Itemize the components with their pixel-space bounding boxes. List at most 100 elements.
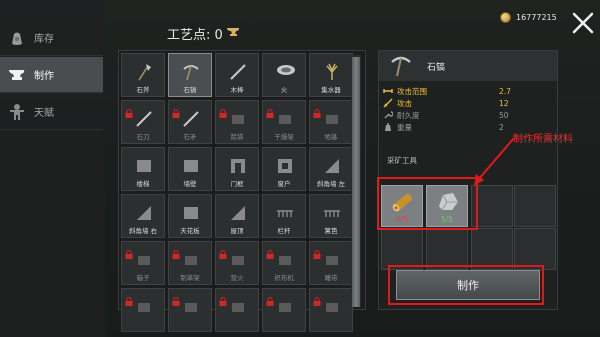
lock-icon <box>125 244 133 259</box>
recipe-cell[interactable]: 斜角墙 右 <box>121 194 165 238</box>
recipe-cell[interactable]: 木棒 <box>215 53 259 97</box>
weight-icon <box>383 122 393 132</box>
recipe-cell[interactable]: 箱子 <box>121 241 165 285</box>
lock-icon <box>313 291 321 306</box>
recipe-cell[interactable] <box>215 288 259 332</box>
recipe-cell[interactable]: 窗户 <box>262 147 306 191</box>
recipe-label: 睡带 <box>324 274 338 282</box>
material-count: 5/5 <box>440 215 454 224</box>
detail-header: 石镐 <box>379 51 557 81</box>
recipe-cell[interactable]: 石刀 <box>121 100 165 144</box>
stat-row-durability: 耐久度 50 <box>383 109 555 121</box>
recipe-cell[interactable]: 门框 <box>215 147 259 191</box>
recipe-cell[interactable]: 箭袋 <box>215 100 259 144</box>
recipe-cell[interactable]: 睡带 <box>309 241 353 285</box>
sidebar-item-label: 库存 <box>34 34 54 45</box>
stats-list: 攻击范围 2.7 攻击 12 耐久度 50 重量 2 <box>383 85 555 133</box>
material-slot-empty <box>471 228 513 270</box>
recipe-label: 火 <box>280 86 288 94</box>
sidebar-item-talent[interactable]: 天赋 <box>0 94 103 130</box>
lock-icon <box>266 291 274 306</box>
item-icon <box>275 297 295 317</box>
recipe-cell[interactable]: 地基 <box>309 100 353 144</box>
recipe-cell[interactable]: 石斧 <box>121 53 165 97</box>
recipe-cell[interactable]: 天花板 <box>168 194 212 238</box>
recipe-cell[interactable] <box>309 288 353 332</box>
recipe-cell[interactable]: 篱笆 <box>309 194 353 238</box>
recipe-cell[interactable]: 石镐 <box>168 53 212 97</box>
recipe-label: 箭袋 <box>230 133 244 141</box>
recipe-cell[interactable]: 营火 <box>215 241 259 285</box>
recipe-cell[interactable] <box>121 288 165 332</box>
lock-icon <box>172 103 180 118</box>
tanning-rack-icon <box>181 250 201 270</box>
stat-row-range: 攻击范围 2.7 <box>383 85 555 97</box>
ceiling-icon <box>181 203 201 223</box>
coin-icon <box>500 12 511 23</box>
item-icon <box>228 297 248 317</box>
wrench-icon <box>383 110 394 120</box>
figure-icon <box>8 103 26 121</box>
recipe-cell[interactable]: 制革架 <box>168 241 212 285</box>
drying-rack-icon <box>275 109 295 129</box>
recipe-label: 屋顶 <box>230 227 244 235</box>
recipe-cell[interactable]: 栏杆 <box>262 194 306 238</box>
lock-icon <box>172 291 180 306</box>
item-icon <box>134 297 154 317</box>
recipe-label: 木棒 <box>230 86 244 94</box>
craft-button-label: 制作 <box>457 279 479 292</box>
lock-icon <box>313 244 321 259</box>
coin-amount: 16777215 <box>516 13 557 22</box>
scroll-thumb[interactable] <box>352 57 360 307</box>
craft-points-label: 工艺点: 0 <box>167 28 223 43</box>
material-count: 0/5 <box>395 215 409 224</box>
sidebar-item-crafting[interactable]: 制作 <box>0 57 103 93</box>
recipe-label: 地基 <box>324 133 338 141</box>
recipe-label: 石刀 <box>136 133 150 141</box>
recipe-cell[interactable]: 屋顶 <box>215 194 259 238</box>
bag-icon <box>8 29 26 47</box>
stat-value: 2.7 <box>499 86 511 96</box>
recipe-label: 石矛 <box>183 133 197 141</box>
recipe-label: 干燥架 <box>274 133 294 141</box>
sidebar-item-inventory[interactable]: 库存 <box>0 20 103 56</box>
stat-name: 重量 <box>397 122 412 132</box>
recipe-cell[interactable]: 墙壁 <box>168 147 212 191</box>
recipe-cell[interactable] <box>262 288 306 332</box>
stat-row-attack: 攻击 12 <box>383 97 555 109</box>
recipe-cell[interactable]: 干燥架 <box>262 100 306 144</box>
wood-stick-icon <box>228 62 248 82</box>
recipe-cell[interactable]: 石矛 <box>168 100 212 144</box>
stone-knife-icon <box>134 109 154 129</box>
recipe-label: 斜角墙 右 <box>128 227 158 235</box>
material-slot-empty <box>514 228 556 270</box>
stat-name: 耐久度 <box>397 110 420 120</box>
craft-button[interactable]: 制作 <box>396 270 540 300</box>
water-collector-icon <box>322 62 342 82</box>
material-slot-empty <box>471 185 513 227</box>
anvil-icon <box>8 66 26 84</box>
recipe-cell[interactable] <box>168 288 212 332</box>
close-button[interactable] <box>570 10 596 36</box>
annotation-label: 制作所需材料 <box>513 134 573 145</box>
recipe-cell[interactable]: 楼梯 <box>121 147 165 191</box>
lock-icon <box>219 291 227 306</box>
stat-value: 2 <box>499 122 504 132</box>
material-slot-stone[interactable]: 5/5 <box>426 185 468 227</box>
recipe-cell[interactable]: 火 <box>262 53 306 97</box>
material-slot-wood[interactable]: 0/5 <box>381 185 423 227</box>
recipe-scrollbar[interactable] <box>351 55 361 307</box>
material-slot-empty <box>381 228 423 270</box>
recipe-label: 栏杆 <box>277 227 291 235</box>
recipe-label: 制革架 <box>180 274 200 282</box>
recipe-cell[interactable]: 斜角墙 左 <box>309 147 353 191</box>
recipe-label: 石镐 <box>183 86 197 94</box>
loom-icon <box>275 250 295 270</box>
recipe-cell[interactable]: 织布机 <box>262 241 306 285</box>
stat-name: 攻击范围 <box>397 86 427 96</box>
lock-icon <box>266 244 274 259</box>
lock-icon <box>172 244 180 259</box>
recipe-cell[interactable]: 集水器 <box>309 53 353 97</box>
recipe-label: 墙壁 <box>183 180 197 188</box>
lock-icon <box>125 103 133 118</box>
